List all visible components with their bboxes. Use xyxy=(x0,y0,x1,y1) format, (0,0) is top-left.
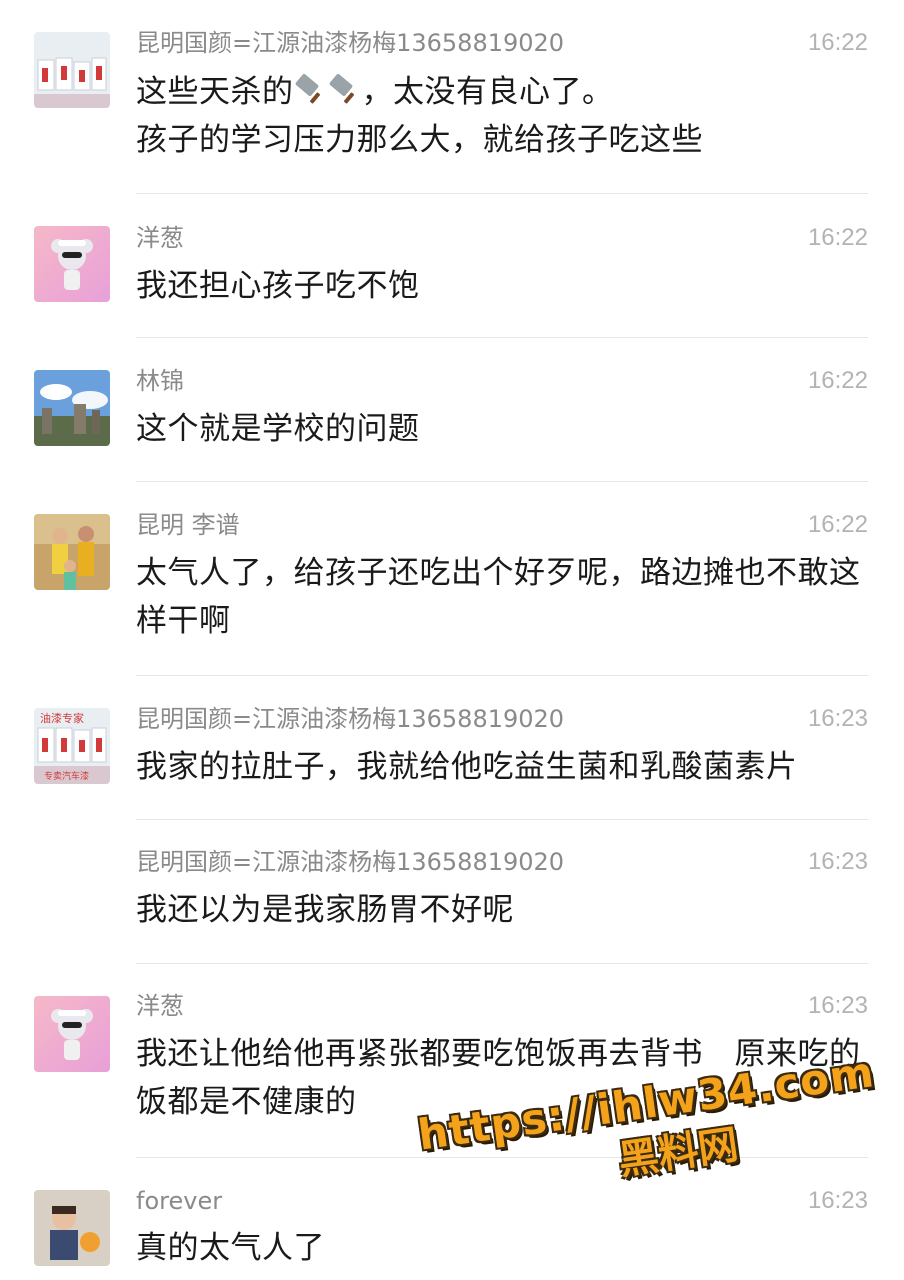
paint-shop-avatar[interactable] xyxy=(34,32,110,108)
cartoon-mouse-avatar[interactable] xyxy=(34,226,110,302)
cartoon-mouse-avatar[interactable] xyxy=(34,996,110,1072)
message-time: 16:22 xyxy=(807,367,868,394)
avatar-label: 油漆专家 xyxy=(40,711,84,725)
cleaver-icon xyxy=(295,74,320,104)
divider xyxy=(136,481,868,482)
message-time: 16:22 xyxy=(807,224,868,251)
message-text: 我还担心孩子吃不饱 xyxy=(136,268,420,304)
cleaver-icon xyxy=(329,74,354,104)
message-time: 16:23 xyxy=(807,705,868,732)
message-time: 16:23 xyxy=(807,992,868,1019)
message-text: 我家的拉肚子，我就给他吃益生菌和乳酸菌素片 xyxy=(136,749,798,785)
sender-name[interactable]: 昆明国颜=江源油漆杨梅13658819020 xyxy=(136,846,564,878)
sender-name[interactable]: 昆明国颜=江源油漆杨梅13658819020 xyxy=(136,703,564,735)
sender-name[interactable]: 洋葱 xyxy=(136,222,184,254)
message-time: 16:22 xyxy=(807,511,868,538)
sender-name[interactable]: 昆明国颜=江源油漆杨梅13658819020 xyxy=(136,27,564,59)
divider xyxy=(136,675,868,676)
avatar-label: 专卖汽车漆 xyxy=(44,770,89,782)
message-time: 16:23 xyxy=(807,1187,868,1214)
paint-shop-avatar[interactable]: 油漆专家 专卖汽车漆 xyxy=(34,708,110,784)
message-text: 这些天杀的 ，太没有良心了。 孩子的学习压力那么大，就给孩子吃这些 xyxy=(136,68,866,164)
sender-name[interactable]: forever xyxy=(136,1185,222,1217)
landscape-avatar[interactable] xyxy=(34,370,110,446)
message-text-part: 孩子的学习压力那么大，就给孩子吃这些 xyxy=(136,122,703,158)
message-text-part: ，太没有良心了。 xyxy=(361,74,614,110)
message-time: 16:22 xyxy=(807,29,868,56)
message-time: 16:23 xyxy=(807,848,868,875)
child-photo-avatar[interactable] xyxy=(34,1190,110,1266)
sender-name[interactable]: 林锦 xyxy=(136,365,184,397)
divider xyxy=(136,337,868,338)
sender-name[interactable]: 昆明 李谱 xyxy=(136,509,240,541)
divider xyxy=(136,963,868,964)
divider xyxy=(136,819,868,820)
divider xyxy=(136,193,868,194)
message-text: 真的太气人了 xyxy=(136,1230,325,1266)
family-photo-avatar[interactable] xyxy=(34,514,110,590)
message-text: 这个就是学校的问题 xyxy=(136,411,420,447)
sender-name[interactable]: 洋葱 xyxy=(136,990,184,1022)
message-text: 我还以为是我家肠胃不好呢 xyxy=(136,892,514,928)
message-text-part: 这些天杀的 xyxy=(136,74,294,110)
message-text: 太气人了，给孩子还吃出个好歹呢，路边摊也不敢这样干啊 xyxy=(136,555,861,639)
